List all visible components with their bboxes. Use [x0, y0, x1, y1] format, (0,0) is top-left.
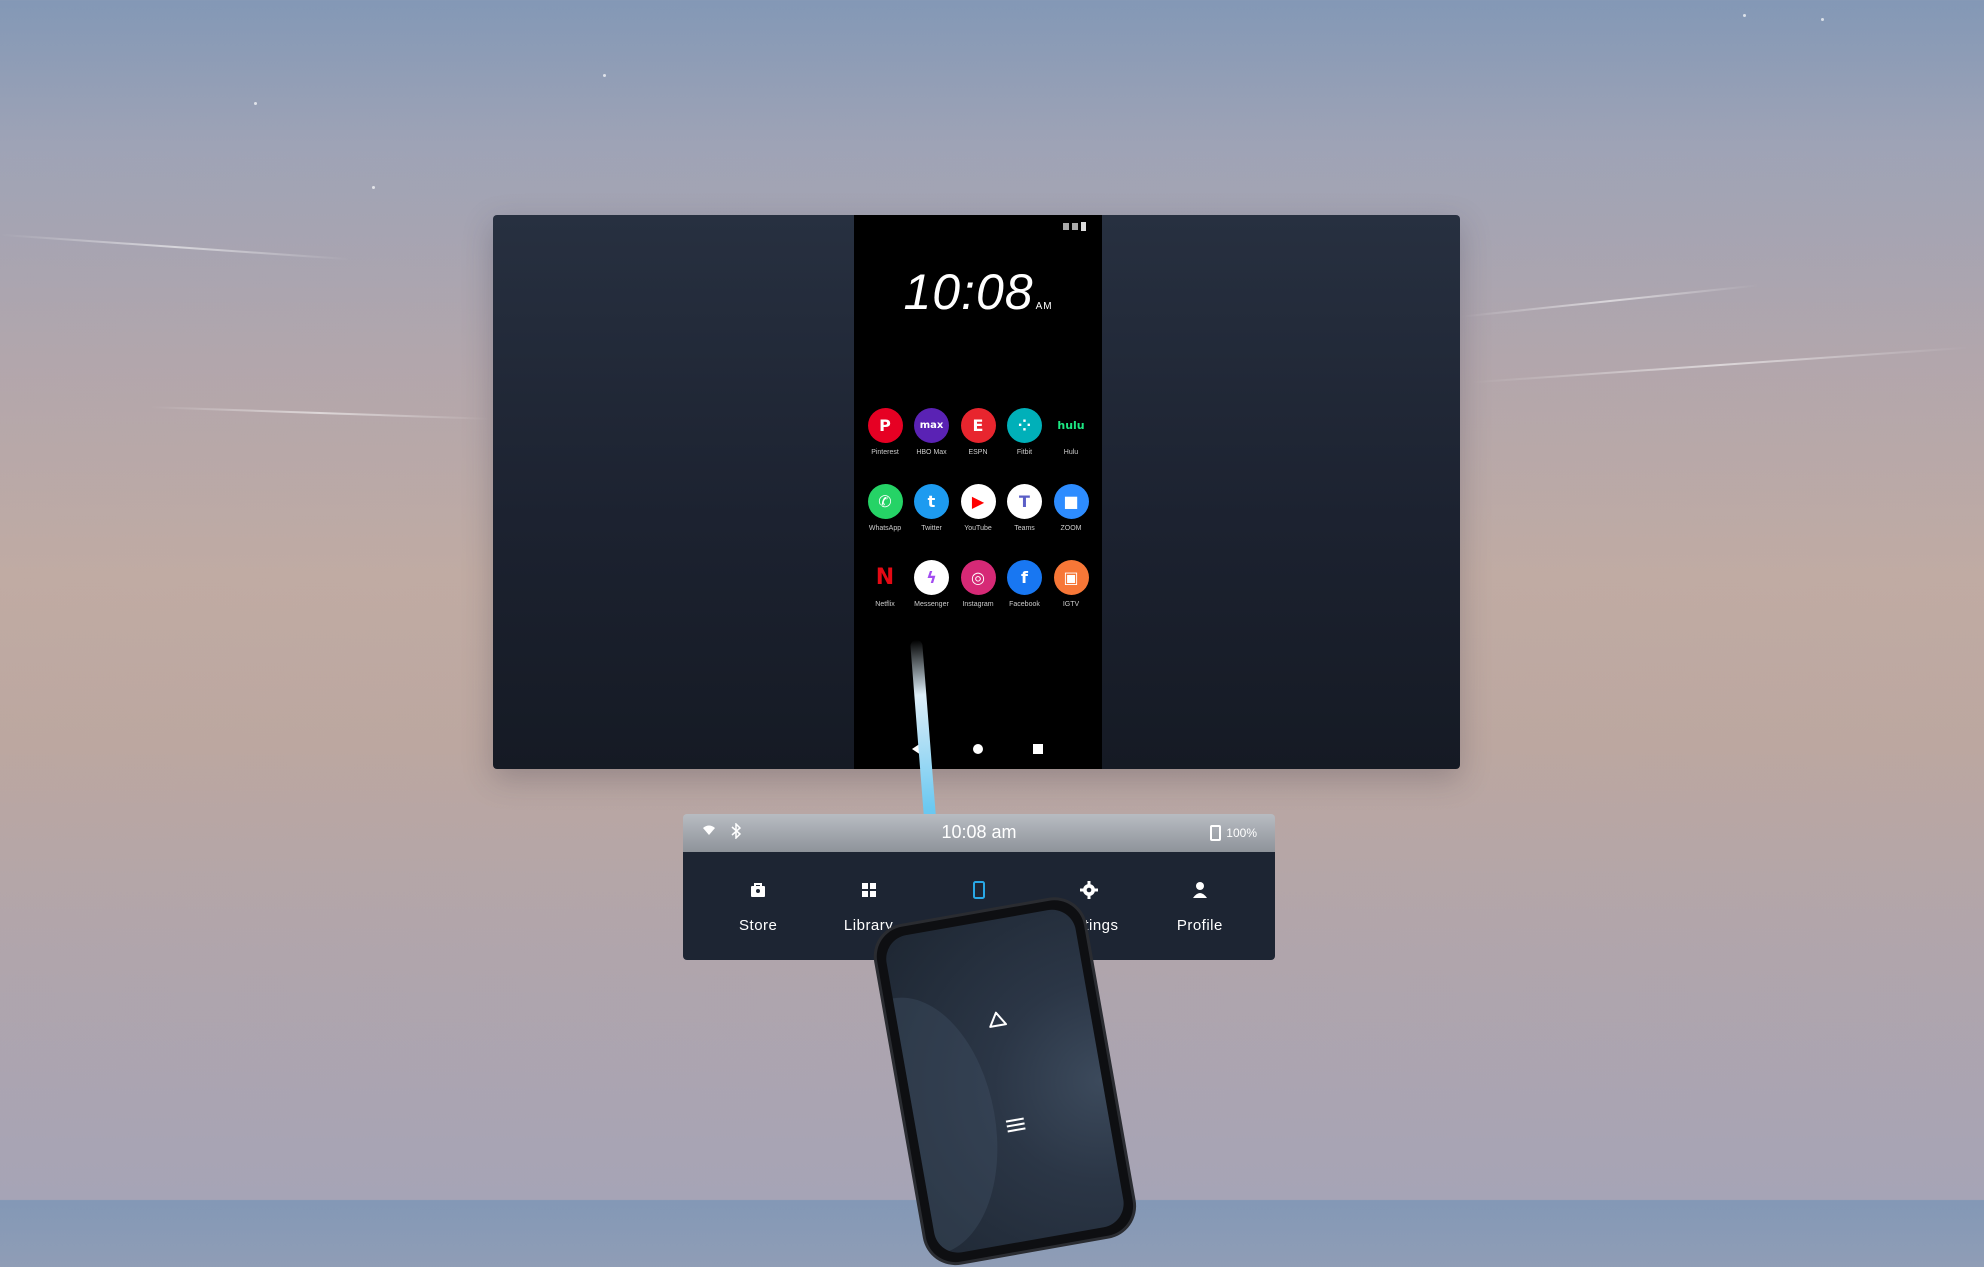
- background-star: [603, 74, 606, 77]
- background-star: [254, 102, 257, 105]
- app-teams[interactable]: T Teams: [1002, 484, 1048, 532]
- app-zoom[interactable]: ■ ZOOM: [1048, 484, 1094, 532]
- tab-label: Library: [843, 917, 894, 934]
- app-row: P Pinterest max HBO Max E ESPN ⁘ Fitbit hulu Hulu: [862, 408, 1094, 456]
- app-grid: P Pinterest max HBO Max E ESPN ⁘ Fitbit hulu Hulu…: [862, 408, 1094, 636]
- instagram-icon: ◎: [960, 560, 996, 595]
- messenger-icon: ϟ: [914, 560, 949, 595]
- app-label: Teams: [1014, 525, 1035, 532]
- phone-mirror-window[interactable]: 10:08 AM P Pinterest max HBO Max E ESPN ⁘ Fitbit…: [493, 215, 1460, 769]
- app-label: Twitter: [921, 525, 942, 532]
- facebook-icon: f: [1007, 560, 1042, 595]
- controller-menu-icon[interactable]: [1005, 1117, 1026, 1136]
- home-icon[interactable]: [973, 744, 983, 754]
- clock-ampm: AM: [1035, 301, 1053, 312]
- background-star: [1743, 14, 1746, 17]
- phone-screen[interactable]: 10:08 AM P Pinterest max HBO Max E ESPN ⁘ Fitbit…: [854, 215, 1102, 769]
- teams-icon: T: [1007, 484, 1042, 519]
- app-row: N Netflix ϟ Messenger ◎ Instagram f Facebook ▣ IG…: [862, 560, 1094, 608]
- hbo-max-icon: max: [914, 408, 949, 443]
- app-label: YouTube: [964, 525, 992, 532]
- tab-label: Store: [739, 917, 778, 934]
- phone-status-icons: [1063, 222, 1086, 231]
- app-hbo-max[interactable]: max HBO Max: [909, 408, 955, 456]
- app-messenger[interactable]: ϟ Messenger: [909, 560, 955, 608]
- android-nav-bar: [854, 743, 1102, 757]
- app-row: ✆ WhatsApp t Twitter ▶ YouTube T Teams ■ ZOOM: [862, 484, 1094, 532]
- app-label: HBO Max: [916, 449, 947, 456]
- background-streak: [1460, 284, 1760, 318]
- tab-store[interactable]: Store: [703, 852, 813, 960]
- app-label: Netflix: [875, 601, 895, 608]
- gear-icon: [1079, 880, 1099, 905]
- app-label: Facebook: [1009, 601, 1040, 608]
- whatsapp-icon: ✆: [867, 484, 903, 519]
- profile-icon: [1190, 880, 1210, 905]
- app-instagram[interactable]: ◎ Instagram: [955, 560, 1001, 608]
- background-streak: [1470, 346, 1970, 384]
- app-label: WhatsApp: [868, 525, 902, 532]
- zoom-icon: ■: [1053, 484, 1089, 519]
- fitbit-icon: ⁘: [1007, 408, 1042, 443]
- app-label: IGTV: [1062, 601, 1080, 608]
- library-icon: [859, 880, 879, 905]
- phone-icon: [969, 880, 989, 905]
- background-star: [1821, 18, 1824, 21]
- tab-label: Profile: [1176, 917, 1223, 934]
- lock-clock: 10:08 AM: [854, 263, 1102, 321]
- twitter-icon: t: [914, 484, 949, 519]
- app-espn[interactable]: E ESPN: [955, 408, 1001, 456]
- app-hulu[interactable]: hulu Hulu: [1048, 408, 1094, 456]
- recents-icon[interactable]: [1033, 744, 1043, 754]
- app-igtv[interactable]: ▣ IGTV: [1048, 560, 1094, 608]
- controller-home-icon[interactable]: [984, 1007, 1009, 1032]
- battery-icon: [1210, 825, 1222, 841]
- espn-icon: E: [960, 408, 996, 443]
- app-netflix[interactable]: N Netflix: [862, 560, 908, 608]
- app-fitbit[interactable]: ⁘ Fitbit: [1002, 408, 1048, 456]
- battery-status: 100%: [1210, 825, 1257, 841]
- app-label: Pinterest: [871, 449, 899, 456]
- background-star: [372, 186, 375, 189]
- app-facebook[interactable]: f Facebook: [1002, 560, 1048, 608]
- app-label: ESPN: [968, 449, 988, 456]
- app-youtube[interactable]: ▶ YouTube: [955, 484, 1001, 532]
- hulu-icon: hulu: [1053, 408, 1089, 443]
- app-twitter[interactable]: t Twitter: [909, 484, 955, 532]
- dock-status-bar: 10:08 am 100%: [683, 814, 1275, 852]
- dock-time: 10:08 am: [941, 822, 1017, 842]
- app-pinterest[interactable]: P Pinterest: [862, 408, 908, 456]
- netflix-icon: N: [867, 560, 903, 595]
- app-label: ZOOM: [1060, 525, 1082, 532]
- app-label: Messenger: [914, 601, 949, 608]
- app-label: Hulu: [1063, 449, 1079, 456]
- igtv-icon: ▣: [1053, 560, 1089, 595]
- store-icon: [748, 880, 768, 905]
- battery-level: 100%: [1226, 826, 1257, 840]
- app-label: Fitbit: [1016, 449, 1033, 456]
- app-whatsapp[interactable]: ✆ WhatsApp: [862, 484, 908, 532]
- clock-time: 10:08: [903, 264, 1034, 320]
- background-streak: [0, 233, 350, 261]
- app-label: Instagram: [962, 601, 994, 608]
- pinterest-icon: P: [867, 408, 903, 443]
- tab-profile[interactable]: Profile: [1145, 852, 1255, 960]
- background-streak: [150, 406, 490, 420]
- youtube-icon: ▶: [960, 484, 996, 519]
